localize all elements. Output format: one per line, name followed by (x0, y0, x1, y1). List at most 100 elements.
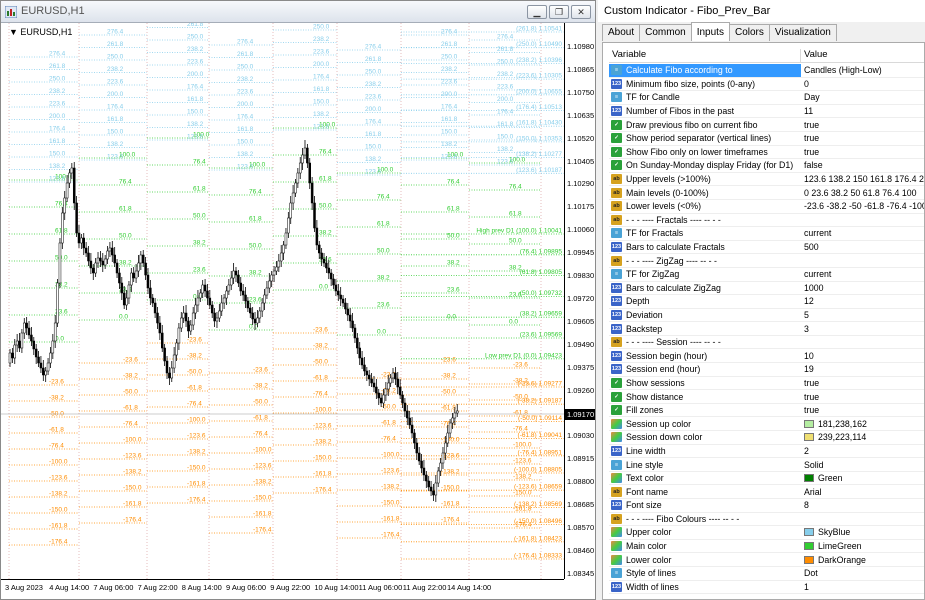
input-row[interactable]: ab Upper levels (>100%) 123.6 138.2 150 16… (609, 173, 924, 187)
price-plot[interactable]: 276.4 261.8 250.0 238.2 223.6 200.0 176.4 161.8… (1, 23, 564, 579)
input-value-cell[interactable]: 5 (801, 309, 924, 322)
input-value-cell[interactable]: current (801, 227, 924, 240)
input-row[interactable]: ✓ Show Fibo only on lower timeframes true (609, 146, 924, 160)
input-row[interactable]: ab - - - ---- Session ---- -- - - (609, 336, 924, 350)
tab-inputs[interactable]: Inputs (690, 22, 730, 41)
input-row[interactable]: 123 Bars to calculate Fractals 500 (609, 241, 924, 255)
input-row[interactable]: ≡ TF for Candle Day (609, 91, 924, 105)
input-row[interactable]: 123 Font size 8 (609, 499, 924, 513)
input-value-cell[interactable]: 1 (801, 581, 924, 594)
minimize-button[interactable]: ▁ (527, 5, 547, 19)
input-value-cell[interactable]: Solid (801, 458, 924, 471)
tab-common[interactable]: Common (639, 24, 692, 41)
input-value-cell[interactable]: -23.6 -38.2 -50 -61.8 -76.4 -100 -123.6 (801, 200, 924, 213)
input-row[interactable]: ✓ Fill zones true (609, 404, 924, 418)
input-row[interactable]: Main color LimeGreen (609, 540, 924, 554)
input-row[interactable]: ≡ Calculate Fibo according to Candles (Hig… (609, 64, 924, 78)
input-value-cell[interactable]: true (801, 377, 924, 390)
input-row[interactable]: ≡ Style of lines Dot (609, 567, 924, 581)
input-value-cell[interactable]: 12 (801, 295, 924, 308)
input-value-cell[interactable]: Day (801, 91, 924, 104)
input-value-cell[interactable]: SkyBlue (801, 526, 924, 539)
color-swatch[interactable] (804, 419, 814, 428)
input-row[interactable]: 123 Session end (hour) 19 (609, 363, 924, 377)
input-row[interactable]: 123 Session begin (hour) 10 (609, 349, 924, 364)
input-row[interactable]: 123 Number of Fibos in the past 11 (609, 105, 924, 119)
input-value-cell[interactable]: 19 (801, 363, 924, 376)
input-value-cell[interactable] (801, 513, 924, 526)
input-value-cell[interactable]: 3 (801, 322, 924, 335)
input-value-cell[interactable] (801, 254, 924, 267)
input-value-cell[interactable]: 0 (801, 78, 924, 91)
input-row[interactable]: Session up color 181,238,162 (609, 417, 924, 432)
input-row[interactable]: ✓ Show distance true (609, 390, 924, 404)
input-value-cell[interactable]: Arial (801, 485, 924, 498)
input-row[interactable]: ab Font name Arial (609, 485, 924, 499)
tab-colors[interactable]: Colors (728, 24, 770, 41)
inputs-grid[interactable]: Variable Value ≡ Calculate Fibo according… (602, 42, 925, 600)
chart-window[interactable]: EURUSD,H1 ▁ ❐ ✕ 276.4 261.8 250.0 238.2 223.… (0, 0, 596, 600)
input-row[interactable]: ✓ Show period separator (vertical lines) t… (609, 132, 924, 146)
input-value-cell[interactable]: 10 (801, 349, 924, 362)
input-row[interactable]: ab Main levels (0-100%) 0 23.6 38.2 50 61.… (609, 186, 924, 200)
input-value-cell[interactable]: Dot (801, 567, 924, 580)
color-swatch[interactable] (804, 474, 814, 483)
input-value-cell[interactable]: 1000 (801, 282, 924, 295)
input-value-cell[interactable]: 11 (801, 105, 924, 118)
color-swatch[interactable] (804, 433, 814, 442)
input-row[interactable]: ab - - - ---- Fibo Colours ---- -- - - (609, 513, 924, 527)
tab-about[interactable]: About (602, 24, 641, 41)
color-swatch[interactable] (804, 528, 814, 537)
input-value-cell[interactable]: 500 (801, 241, 924, 254)
input-row[interactable]: Lower color DarkOrange (609, 553, 924, 567)
input-row[interactable]: 123 Bars to calculate ZigZag 1000 (609, 282, 924, 296)
tab-visualization[interactable]: Visualization (768, 24, 837, 41)
input-value-cell[interactable]: true (801, 404, 924, 417)
input-row[interactable]: ab Lower levels (<0%) -23.6 -38.2 -50 -61.… (609, 200, 924, 214)
input-value-cell[interactable]: current (801, 268, 924, 281)
input-row[interactable]: 123 Depth 12 (609, 295, 924, 309)
input-row[interactable]: Session down color 239,223,114 (609, 431, 924, 445)
input-row[interactable]: 123 Width of lines 1 (609, 581, 924, 595)
input-row[interactable]: Upper color SkyBlue (609, 526, 924, 540)
indicator-properties-dialog[interactable]: Custom Indicator - Fibo_Prev_Bar About C… (598, 0, 925, 600)
input-row[interactable]: 123 Line width 2 (609, 445, 924, 459)
input-row[interactable]: ab - - - ---- Fractals ---- -- - - (609, 214, 924, 228)
input-row[interactable]: 123 Backstep 3 (609, 322, 924, 336)
input-value-cell[interactable]: true (801, 390, 924, 403)
input-value-cell[interactable]: 0 23.6 38.2 50 61.8 76.4 100 (801, 186, 924, 199)
input-row[interactable]: Text color Green (609, 472, 924, 486)
input-row[interactable]: ✓ On Sunday-Monday display Friday (for D1… (609, 159, 924, 173)
input-value-cell[interactable] (801, 214, 924, 227)
input-row[interactable]: 123 Minimum fibo size, points (0-any) 0 (609, 78, 924, 92)
input-value-cell[interactable] (801, 336, 924, 349)
input-row[interactable]: ✓ Show sessions true (609, 377, 924, 391)
input-row[interactable]: ab - - - ---- ZigZag ---- -- - - (609, 254, 924, 268)
color-swatch[interactable] (804, 555, 814, 564)
input-value-cell[interactable]: Candles (High-Low) (801, 64, 924, 77)
input-value-cell[interactable]: 8 (801, 499, 924, 512)
input-value-cell[interactable]: true (801, 118, 924, 131)
input-value-cell[interactable]: Green (801, 472, 924, 485)
input-row[interactable]: 123 Deviation 5 (609, 309, 924, 323)
restore-button[interactable]: ❐ (549, 5, 569, 19)
chart-area[interactable]: 276.4 261.8 250.0 238.2 223.6 200.0 176.4 161.8… (1, 23, 595, 599)
input-value-cell[interactable]: LimeGreen (801, 540, 924, 553)
color-swatch[interactable] (804, 542, 814, 551)
input-value-cell[interactable]: DarkOrange (801, 553, 924, 566)
input-value-cell[interactable]: 239,223,114 (801, 431, 924, 444)
close-button[interactable]: ✕ (571, 5, 591, 19)
column-header-value[interactable]: Value (801, 49, 828, 62)
input-value-cell[interactable]: false (801, 159, 924, 172)
input-value-cell[interactable]: true (801, 146, 924, 159)
input-value-cell[interactable]: true (801, 132, 924, 145)
chart-titlebar[interactable]: EURUSD,H1 ▁ ❐ ✕ (1, 1, 595, 23)
input-value-cell[interactable]: 123.6 138.2 150 161.8 176.4 200 223 (801, 173, 924, 186)
input-row[interactable]: ≡ TF for ZigZag current (609, 268, 924, 282)
input-value-cell[interactable]: 181,238,162 (801, 417, 924, 430)
column-header-variable[interactable]: Variable (609, 49, 801, 62)
input-value-cell[interactable]: 2 (801, 445, 924, 458)
input-row[interactable]: ✓ Draw previous fibo on current fibo true (609, 118, 924, 132)
input-row[interactable]: ≡ Line style Solid (609, 458, 924, 472)
input-row[interactable]: ≡ TF for Fractals current (609, 227, 924, 241)
